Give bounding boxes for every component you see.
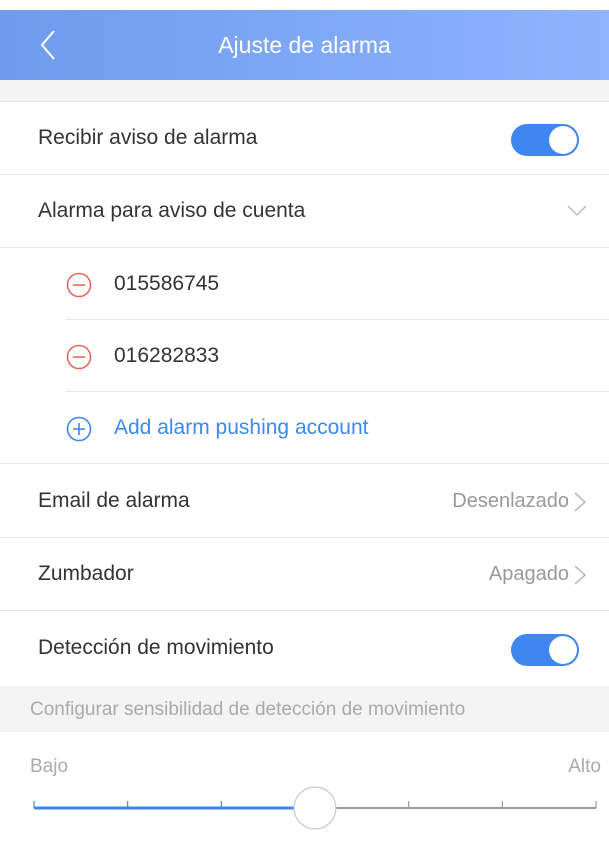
slider-thumb[interactable] [293,786,337,830]
email-alarm-row[interactable]: Email de alarma Desenlazado [0,465,609,538]
motion-detection-row: Detección de movimiento [0,612,609,685]
sensitivity-section-title: Configurar sensibilidad de detección de … [30,699,466,720]
motion-detection-label: Detección de movimiento [38,636,274,659]
divider [0,463,609,464]
receive-alarm-row: Recibir aviso de alarma [0,102,609,175]
remove-circle-icon[interactable] [66,344,92,370]
sensitivity-slider-area: Bajo Alto [0,732,609,850]
account-number: 015586745 [114,272,220,295]
add-account-label: Add alarm pushing account [114,416,369,439]
receive-alarm-label: Recibir aviso de alarma [38,126,258,149]
buzzer-value: Apagado [488,563,569,585]
account-alarm-label: Alarma para aviso de cuenta [38,199,306,222]
email-alarm-label: Email de alarma [38,489,190,512]
chevron-right-icon [574,565,587,585]
buzzer-row[interactable]: Zumbador Apagado [0,538,609,611]
toggle-knob [549,636,577,664]
account-alarm-row[interactable]: Alarma para aviso de cuenta [0,175,609,248]
header-spacer [0,80,609,102]
sensitivity-slider[interactable] [0,732,609,850]
toggle-knob [549,126,577,154]
add-circle-icon [66,416,92,442]
motion-detection-toggle[interactable] [511,634,579,666]
remove-circle-icon[interactable] [66,272,92,298]
header-bar: Ajuste de alarma [0,10,609,80]
chevron-right-icon [574,492,587,512]
buzzer-label: Zumbador [38,562,134,585]
divider [0,610,609,611]
receive-alarm-toggle[interactable] [511,124,579,156]
account-item: 016282833 [0,320,609,392]
account-item: 015586745 [0,248,609,320]
sensitivity-section-header: Configurar sensibilidad de detección de … [0,686,609,732]
account-number: 016282833 [114,344,220,367]
email-alarm-value: Desenlazado [452,490,569,512]
add-account-row[interactable]: Add alarm pushing account [0,392,609,464]
page-title: Ajuste de alarma [218,32,391,58]
chevron-down-icon [567,205,587,217]
